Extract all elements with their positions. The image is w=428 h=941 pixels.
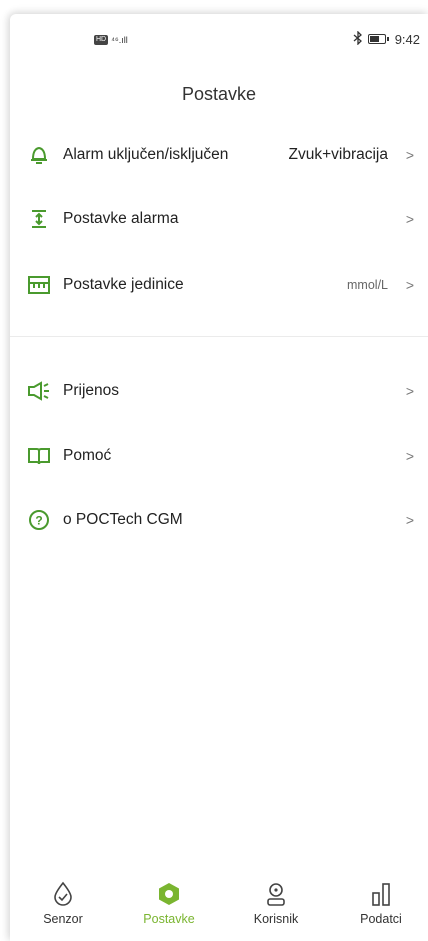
status-bar: HD ⁴⁶.ıll 9:42: [10, 14, 428, 66]
tab-label: Postavke: [143, 912, 195, 926]
tab-senzor[interactable]: Senzor: [18, 864, 108, 941]
chevron-right-icon: >: [405, 277, 414, 293]
bell-icon: [27, 143, 51, 167]
tab-postavke[interactable]: Postavke: [124, 864, 214, 941]
svg-text:?: ?: [35, 514, 42, 528]
row-label: Postavke alarma: [63, 210, 179, 227]
settings-row-alarm-toggle[interactable]: Alarm uključen/isključen Zvuk+vibracija …: [10, 130, 428, 180]
bluetooth-icon: [353, 29, 363, 48]
chevron-right-icon: >: [405, 448, 414, 464]
settings-row-about[interactable]: ? o POCTech CGM >: [10, 495, 428, 545]
question-icon: ?: [27, 508, 51, 532]
row-value: mmol/L: [347, 278, 388, 292]
row-label: Pomoć: [63, 447, 112, 464]
row-label: Alarm uključen/isključen: [63, 146, 229, 163]
settings-row-transfer[interactable]: Prijenos >: [10, 366, 428, 416]
tab-podatci[interactable]: Podatci: [336, 864, 426, 941]
row-label: Postavke jedinice: [63, 276, 184, 293]
chevron-right-icon: >: [405, 383, 414, 399]
signal-indicators: HD ⁴⁶.ıll: [94, 33, 128, 47]
signal-icon: ⁴⁶.ıll: [111, 35, 128, 45]
bars-icon: [367, 880, 395, 908]
settings-row-units[interactable]: Postavke jedinice mmol/L >: [10, 260, 428, 310]
bottom-tab-bar: Senzor Postavke Korisnik Podatci: [10, 864, 428, 941]
book-icon: [27, 444, 51, 468]
tab-label: Korisnik: [253, 912, 299, 926]
user-icon: [262, 880, 290, 908]
chevron-right-icon: >: [405, 512, 414, 528]
tab-label: Senzor: [43, 912, 83, 926]
settings-row-alarm-settings[interactable]: Postavke alarma >: [10, 194, 428, 244]
tab-label: Podatci: [360, 912, 402, 926]
drop-icon: [49, 880, 77, 908]
status-right: 9:42: [353, 29, 420, 48]
row-label: o POCTech CGM: [63, 511, 183, 528]
chevron-right-icon: >: [405, 211, 414, 227]
battery-icon: [367, 34, 389, 44]
settings-row-help[interactable]: Pomoć >: [10, 431, 428, 481]
alarm-range-icon: [27, 207, 51, 231]
chevron-right-icon: >: [405, 147, 414, 163]
gear-icon: [155, 880, 183, 908]
row-value: Zvuk+vibracija: [288, 146, 389, 163]
phone-screen: HD ⁴⁶.ıll 9:42 Postavke Alarm uključen/i…: [10, 14, 428, 941]
ruler-icon: [27, 273, 51, 297]
speaker-icon: [27, 379, 51, 403]
hd-badge: HD: [94, 35, 109, 45]
tab-korisnik[interactable]: Korisnik: [231, 864, 321, 941]
page-title: Postavke: [181, 84, 257, 104]
clock: 9:42: [394, 31, 420, 47]
row-label: Prijenos: [63, 382, 119, 399]
section-divider: [10, 336, 428, 337]
